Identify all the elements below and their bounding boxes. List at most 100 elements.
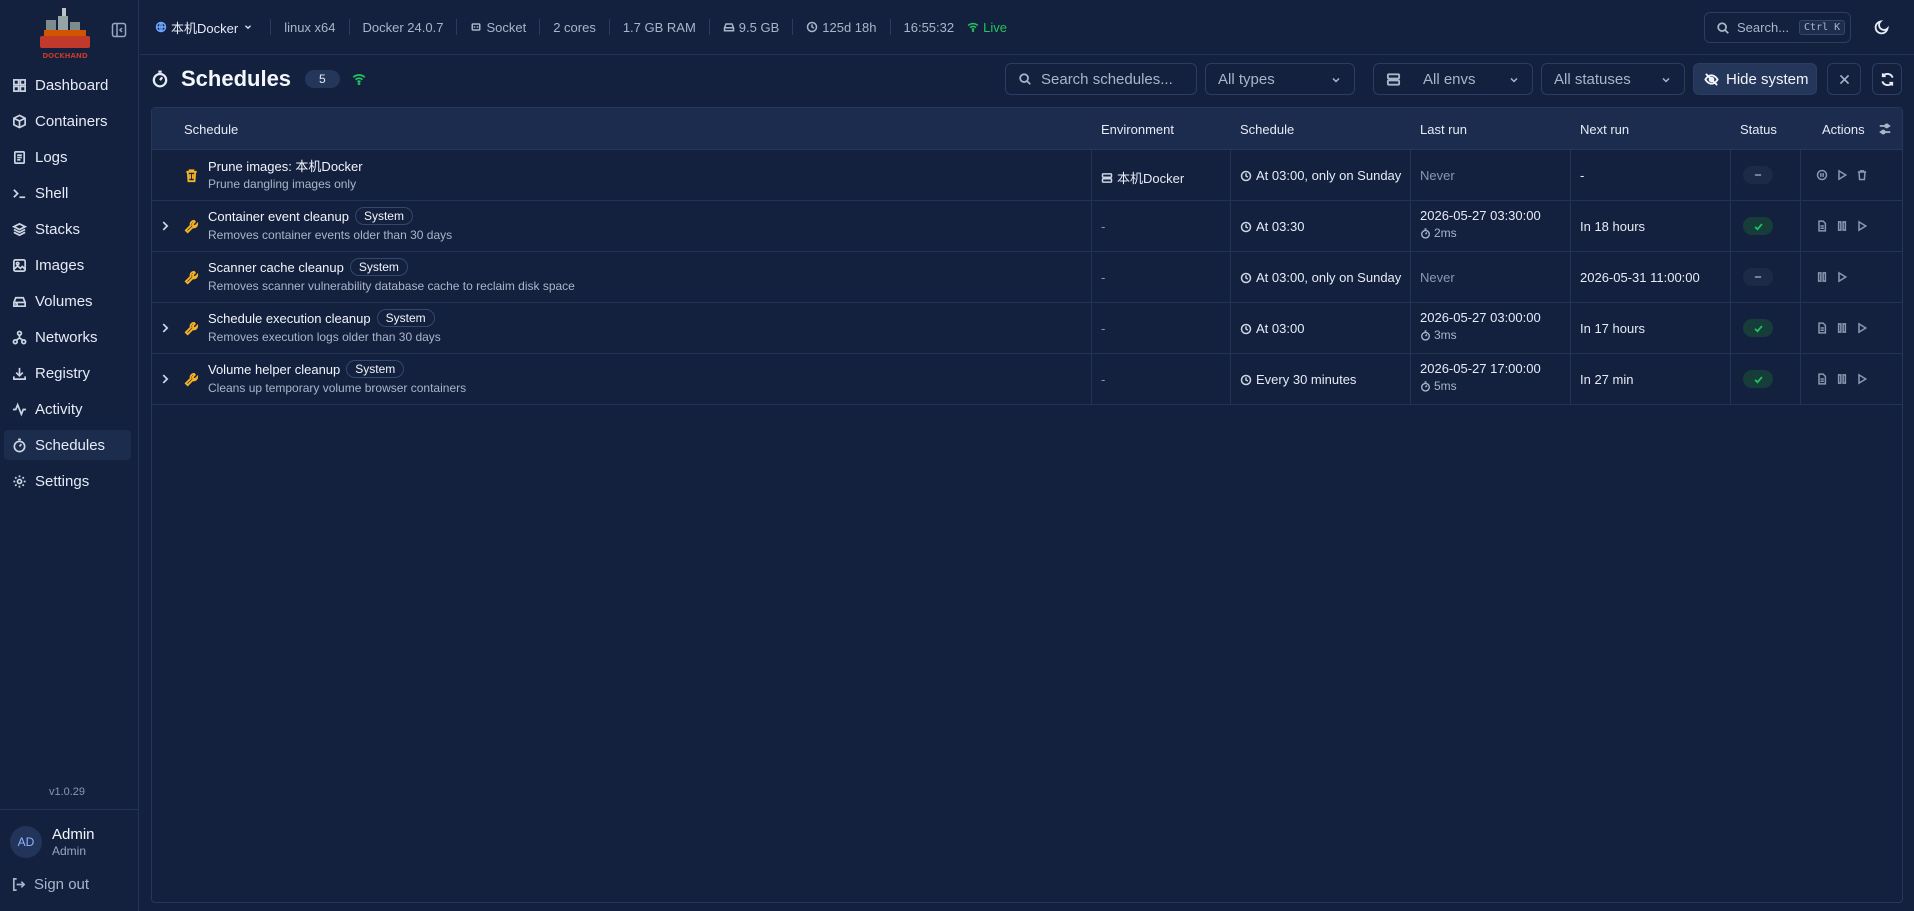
- terminal-icon: [13, 188, 26, 198]
- network-icon: [12, 330, 27, 344]
- sidebar-item-images[interactable]: Images: [4, 250, 131, 280]
- user-role: Admin: [52, 844, 87, 858]
- sidebar-item-settings[interactable]: Settings: [4, 466, 131, 496]
- file-text-icon[interactable]: [1816, 220, 1828, 232]
- file-text-icon[interactable]: [1816, 373, 1828, 385]
- svg-text:DOCKHAND: DOCKHAND: [42, 52, 87, 60]
- table-row[interactable]: Volume helper cleanup System Cleans up t…: [152, 354, 1902, 405]
- schedule-description: Removes scanner vulnerability database c…: [208, 279, 575, 293]
- next-run: In 17 hours: [1580, 321, 1646, 336]
- timer-icon: [1421, 380, 1430, 392]
- sign-out-button[interactable]: Sign out: [11, 876, 89, 893]
- last-run: Never: [1420, 168, 1455, 183]
- check-icon: [1753, 223, 1763, 231]
- sidebar-item-label: Activity: [35, 400, 83, 418]
- system-badge: System: [346, 360, 405, 378]
- server-icon: [1386, 72, 1401, 86]
- column-header-last-run[interactable]: Last run: [1420, 122, 1467, 137]
- minus-icon: [1754, 276, 1762, 278]
- wrench-icon: [184, 372, 199, 387]
- chevron-right-icon[interactable]: [158, 372, 172, 386]
- column-header-next-run[interactable]: Next run: [1580, 122, 1629, 137]
- chevron-down-icon: [1510, 77, 1518, 83]
- box-icon: [13, 113, 26, 129]
- table-row[interactable]: Scanner cache cleanup System Removes sca…: [152, 252, 1902, 303]
- check-icon: [1753, 325, 1763, 333]
- sidebar-item-label: Registry: [35, 364, 91, 382]
- sidebar-item-dashboard[interactable]: Dashboard: [4, 70, 131, 100]
- pause-icon[interactable]: [1816, 271, 1828, 283]
- global-search[interactable]: Search... Ctrl K: [1704, 12, 1851, 43]
- sidebar-item-logs[interactable]: Logs: [4, 142, 131, 172]
- filter-statuses-select[interactable]: All statuses: [1541, 63, 1685, 95]
- table-row[interactable]: Prune images: 本机Docker Prune dangling im…: [152, 150, 1902, 201]
- user-profile[interactable]: AD Admin Admin: [10, 826, 95, 858]
- chevron-right-icon[interactable]: [158, 321, 172, 335]
- sidebar-item-volumes[interactable]: Volumes: [4, 286, 131, 316]
- sidebar-item-shell[interactable]: Shell: [4, 178, 131, 208]
- filter-envs-select[interactable]: All envs: [1373, 63, 1533, 95]
- play-icon[interactable]: [1836, 169, 1848, 181]
- sidebar-item-registry[interactable]: Registry: [4, 358, 131, 388]
- schedule-expression: At 03:00, only on Sunday: [1240, 270, 1401, 285]
- current-time: 16:55:32: [889, 19, 968, 35]
- column-header-environment[interactable]: Environment: [1101, 122, 1174, 137]
- refresh-button[interactable]: [1872, 63, 1902, 95]
- column-header-status[interactable]: Status: [1740, 122, 1777, 137]
- schedule-count-badge: 5: [305, 70, 340, 88]
- dockhand-logo-icon[interactable]: DOCKHAND: [36, 6, 94, 60]
- pause-circle-icon[interactable]: [1816, 169, 1828, 181]
- play-icon[interactable]: [1856, 322, 1868, 334]
- play-icon[interactable]: [1836, 271, 1848, 283]
- sidebar-item-activity[interactable]: Activity: [4, 394, 131, 424]
- trash-icon[interactable]: [1856, 169, 1868, 181]
- column-header-schedule[interactable]: Schedule: [184, 122, 238, 137]
- pause-icon[interactable]: [1836, 322, 1848, 334]
- table-row[interactable]: Schedule execution cleanup System Remove…: [152, 303, 1902, 354]
- pause-icon[interactable]: [1836, 220, 1848, 232]
- environment-selector[interactable]: 本机Docker: [155, 19, 270, 36]
- file-text-icon[interactable]: [1816, 322, 1828, 334]
- platform-info: linux x64: [270, 19, 348, 35]
- cpu-cores: 2 cores: [539, 19, 609, 35]
- schedule-expression: At 03:00: [1240, 321, 1304, 336]
- column-header-schedule-expr[interactable]: Schedule: [1240, 122, 1294, 137]
- schedules-table: Schedule Environment Schedule Last run N…: [151, 107, 1903, 903]
- chevron-right-icon[interactable]: [158, 219, 172, 233]
- filter-types-select[interactable]: All types: [1205, 63, 1355, 95]
- schedule-expression: At 03:30: [1240, 219, 1304, 234]
- play-icon[interactable]: [1856, 373, 1868, 385]
- sidebar-divider: [0, 809, 139, 810]
- search-schedules-input[interactable]: Search schedules...: [1005, 63, 1197, 95]
- sidebar-item-label: Images: [35, 256, 85, 274]
- log-out-icon: [12, 878, 26, 891]
- sidebar-item-containers[interactable]: Containers: [4, 106, 131, 136]
- column-settings-icon[interactable]: [1878, 122, 1892, 136]
- hide-system-button[interactable]: Hide system: [1693, 63, 1817, 95]
- search-icon: [1717, 21, 1729, 34]
- system-badge: System: [349, 258, 408, 276]
- run-duration: 5ms: [1420, 379, 1457, 393]
- next-run: In 18 hours: [1580, 219, 1646, 234]
- moon-icon[interactable]: [1874, 19, 1890, 35]
- ram-info: 1.7 GB RAM: [608, 19, 709, 35]
- timer-icon: [1421, 329, 1430, 341]
- pause-icon[interactable]: [1836, 373, 1848, 385]
- sidebar-item-networks[interactable]: Networks: [4, 322, 131, 352]
- clock-icon: [1240, 272, 1252, 283]
- clear-filters-button[interactable]: [1827, 63, 1861, 95]
- play-icon[interactable]: [1856, 220, 1868, 232]
- environment-cell: -: [1101, 372, 1106, 387]
- collapse-sidebar-icon[interactable]: [111, 22, 127, 38]
- wifi-icon: [967, 22, 979, 33]
- sidebar-item-schedules[interactable]: Schedules: [4, 430, 131, 460]
- sidebar-item-label: Shell: [35, 184, 69, 202]
- table-row[interactable]: Container event cleanup System Removes c…: [152, 201, 1902, 252]
- logs-icon: [13, 150, 26, 164]
- dashboard-icon: [13, 78, 26, 92]
- next-run: In 27 min: [1580, 372, 1634, 387]
- image-icon: [13, 258, 26, 272]
- sidebar-item-stacks[interactable]: Stacks: [4, 214, 131, 244]
- chevron-down-icon: [1332, 77, 1340, 83]
- last-run: 2026-05-27 17:00:00: [1420, 361, 1541, 376]
